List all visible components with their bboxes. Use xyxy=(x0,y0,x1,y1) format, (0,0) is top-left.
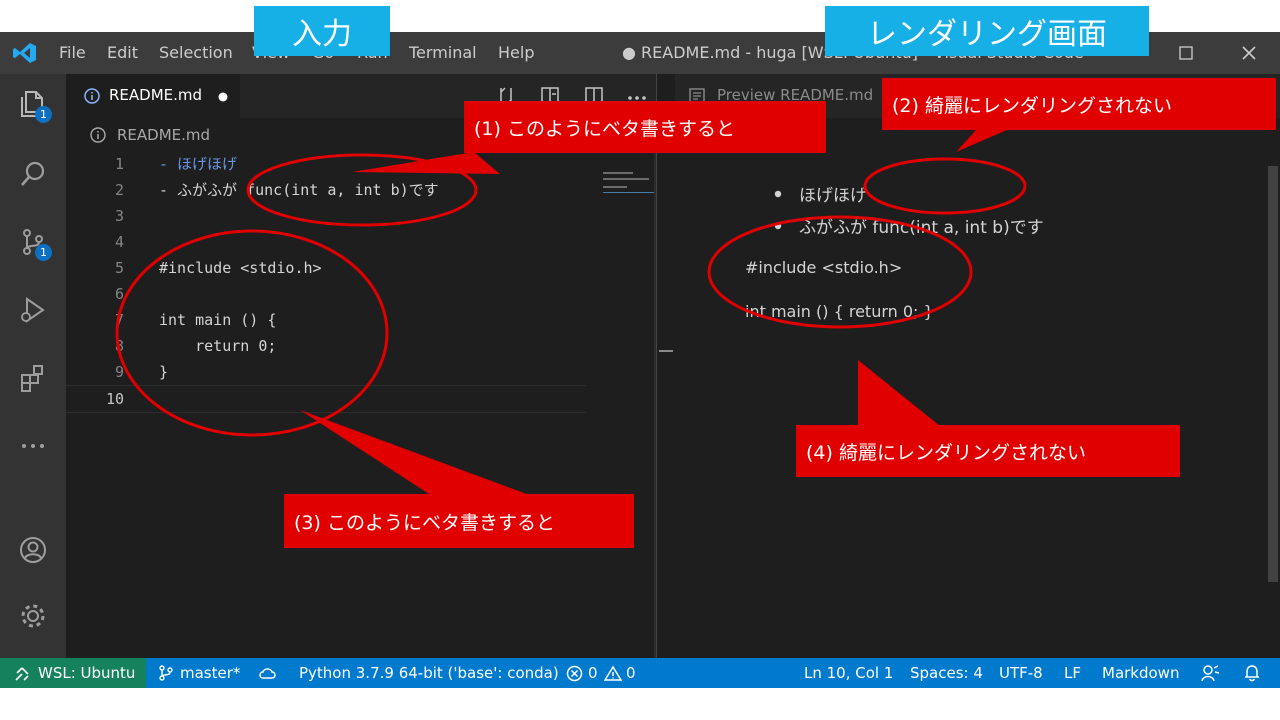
callout-1: (1) このようにベタ書きすると xyxy=(464,101,826,153)
highlight-ellipse xyxy=(115,229,389,437)
rendering-label: レンダリング画面 xyxy=(825,6,1149,56)
callout-pointer xyxy=(858,360,940,426)
callout-2: (2) 綺麗にレンダリングされない xyxy=(882,78,1276,130)
highlight-ellipse xyxy=(707,215,973,329)
callout-3: (3) このようにベタ書きすると xyxy=(284,494,634,548)
input-label: 入力 xyxy=(254,6,390,56)
callout-4: (4) 綺麗にレンダリングされない xyxy=(796,425,1180,477)
highlight-ellipse xyxy=(863,157,1027,215)
callout-pointer xyxy=(300,410,532,496)
highlight-ellipse xyxy=(246,153,478,227)
